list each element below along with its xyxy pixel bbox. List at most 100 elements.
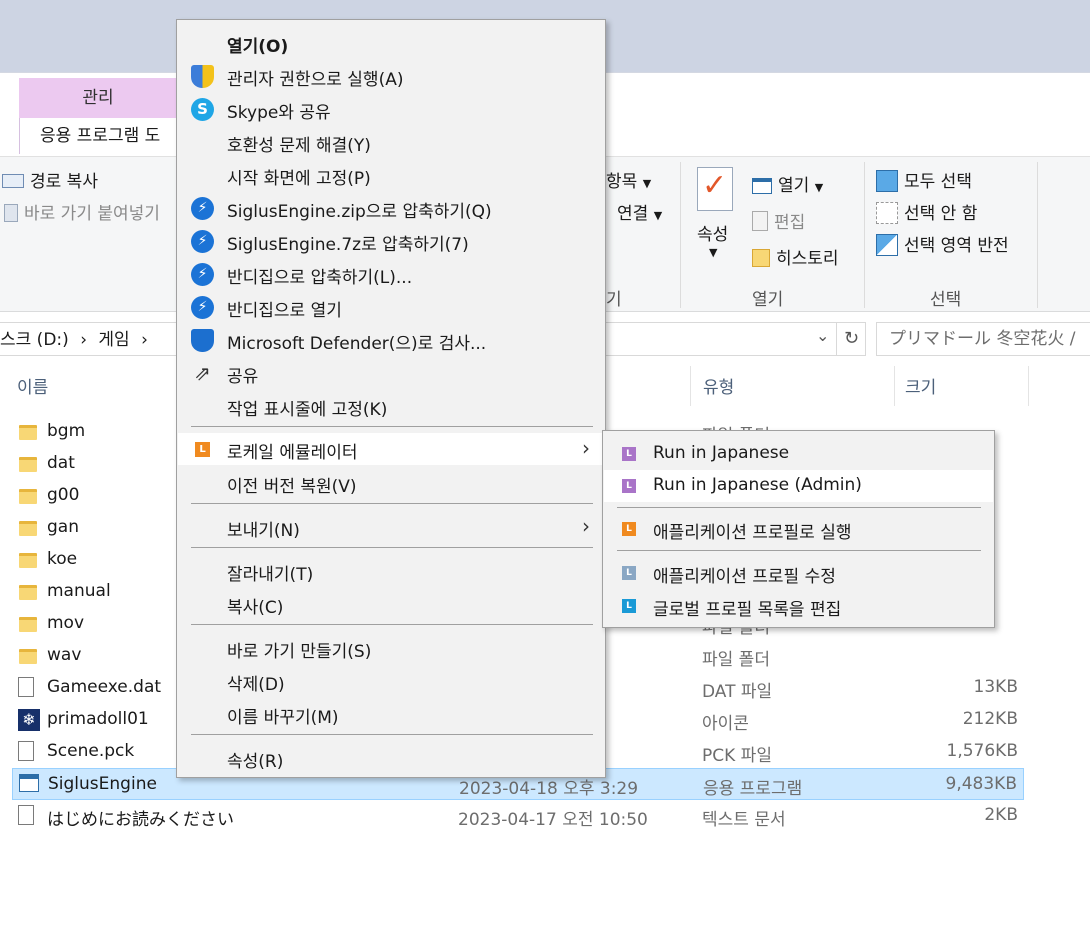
- menu-item-create-shortcut[interactable]: 바로 가기 만들기(S): [178, 632, 604, 664]
- window-icon: [752, 178, 772, 194]
- bandizip-icon: ⚡: [191, 197, 214, 220]
- file-name: mov: [47, 613, 85, 633]
- menu-item-share-skype[interactable]: S Skype와 공유: [178, 93, 604, 125]
- submenu-item-run-japanese[interactable]: L Run in Japanese: [604, 438, 993, 470]
- ribbon-divider: [680, 162, 681, 308]
- menu-item-cut[interactable]: 잘라내기(T): [178, 555, 604, 587]
- file-size: 1,576KB: [946, 741, 1018, 761]
- chevron-right-icon: ›: [582, 514, 590, 538]
- paste-shortcut-icon: [4, 204, 18, 222]
- file-name: Gameexe.dat: [47, 677, 162, 697]
- bandizip-icon: ⚡: [191, 230, 214, 253]
- address-dropdown-icon[interactable]: ⌄: [816, 326, 829, 345]
- bandizip-icon: ⚡: [191, 296, 214, 319]
- menu-item-rename[interactable]: 이름 바꾸기(M): [178, 698, 604, 730]
- paste-shortcut-button[interactable]: 바로 가기 붙여넣기: [4, 199, 160, 224]
- column-divider[interactable]: [690, 366, 691, 406]
- ribbon-divider: [1037, 162, 1038, 308]
- refresh-icon[interactable]: ↻: [836, 322, 866, 356]
- menu-separator: [191, 426, 593, 427]
- chevron-down-icon: ▼: [642, 177, 652, 190]
- file-name: dat: [47, 453, 75, 473]
- file-name: wav: [47, 645, 82, 665]
- file-size: 13KB: [973, 677, 1018, 697]
- breadcrumb-folder[interactable]: 게임: [98, 330, 129, 350]
- tab-application-tools[interactable]: 응용 프로그램 도: [19, 118, 177, 154]
- file-name: bgm: [47, 421, 86, 441]
- folder-icon: [19, 489, 37, 504]
- locale-emulator-icon: L: [195, 442, 210, 457]
- file-name: g00: [47, 485, 80, 505]
- select-none-icon: [876, 202, 898, 224]
- select-none-button[interactable]: 선택 안 함: [876, 199, 977, 224]
- column-header-type[interactable]: 유형: [703, 373, 734, 398]
- folder-icon: [19, 457, 37, 472]
- new-item-button[interactable]: 항목 ▼: [606, 167, 651, 192]
- properties-button[interactable]: 속성: [697, 220, 728, 245]
- column-divider[interactable]: [1028, 366, 1029, 406]
- menu-item-open-bandizip[interactable]: ⚡ 반디집으로 열기: [178, 291, 604, 323]
- edit-document-icon: [752, 211, 768, 231]
- file-type: 텍스트 문서: [702, 810, 786, 830]
- menu-separator: [191, 503, 593, 504]
- menu-item-compress-bandizip[interactable]: ⚡ 반디집으로 압축하기(L)...: [178, 258, 604, 290]
- submenu-item-edit-app-profile[interactable]: L 애플리케이션 프로필 수정: [604, 557, 993, 589]
- folder-icon: [19, 425, 37, 440]
- copy-path-icon: [2, 174, 24, 188]
- file-size: 2KB: [984, 805, 1018, 825]
- menu-item-send-to[interactable]: 보내기(N) ›: [178, 511, 604, 543]
- locale-emulator-submenu: L Run in Japanese L Run in Japanese (Admin…: [602, 430, 995, 628]
- column-header-name[interactable]: 이름: [17, 373, 48, 398]
- copy-path-button[interactable]: 경로 복사: [2, 167, 98, 192]
- menu-separator: [191, 734, 593, 735]
- menu-item-locale-emulator[interactable]: L 로케일 에뮬레이터 ›: [178, 433, 604, 465]
- chevron-down-icon[interactable]: ▼: [709, 246, 717, 259]
- submenu-item-run-app-profile[interactable]: L 애플리케이션 프로필로 실행: [604, 513, 993, 545]
- locale-emulator-icon: L: [622, 447, 636, 461]
- menu-item-troubleshoot[interactable]: 호환성 문제 해결(Y): [178, 126, 604, 158]
- column-divider[interactable]: [894, 366, 895, 406]
- history-button[interactable]: 히스토리: [752, 244, 839, 269]
- menu-item-delete[interactable]: 삭제(D): [178, 665, 604, 697]
- menu-item-properties[interactable]: 속성(R): [178, 742, 604, 774]
- file-type: 아이콘: [702, 714, 749, 734]
- bandizip-icon: ⚡: [191, 263, 214, 286]
- submenu-item-run-japanese-admin[interactable]: L Run in Japanese (Admin): [604, 470, 993, 502]
- folder-icon: [19, 553, 37, 568]
- skype-icon: S: [191, 98, 214, 121]
- document-icon: [18, 677, 34, 697]
- easy-access-button[interactable]: 연결 ▼: [617, 199, 662, 224]
- file-row[interactable]: はじめにお読みください 2023-04-17 오전 10:50 텍스트 문서 2KB: [12, 800, 1024, 832]
- search-input[interactable]: プリマドール 冬空花火 /: [876, 322, 1090, 356]
- tab-manage[interactable]: 관리: [19, 78, 177, 118]
- menu-item-pin-taskbar[interactable]: 작업 표시줄에 고정(K): [178, 390, 604, 422]
- menu-item-copy[interactable]: 복사(C): [178, 588, 604, 620]
- menu-item-defender-scan[interactable]: Microsoft Defender(으)로 검사...: [178, 324, 604, 356]
- menu-item-run-as-admin[interactable]: 관리자 권한으로 실행(A): [178, 60, 604, 92]
- menu-item-restore-versions[interactable]: 이전 버전 복원(V): [178, 467, 604, 499]
- open-button[interactable]: 열기 ▼: [752, 171, 823, 196]
- submenu-item-edit-global-profiles[interactable]: L 글로벌 프로필 목록을 편집: [604, 590, 993, 622]
- chevron-down-icon: ▼: [814, 181, 824, 194]
- invert-selection-icon: [876, 234, 898, 256]
- menu-item-compress-zip[interactable]: ⚡ SiglusEngine.zip으로 압축하기(Q): [178, 192, 604, 224]
- file-name: koe: [47, 549, 78, 569]
- menu-item-compress-7z[interactable]: ⚡ SiglusEngine.7z로 압축하기(7): [178, 225, 604, 257]
- menu-item-share[interactable]: ⇗ 공유: [178, 357, 604, 389]
- history-folder-icon: [752, 249, 770, 267]
- file-type: 응용 프로그램: [703, 779, 803, 799]
- edit-button[interactable]: 편집: [752, 208, 805, 233]
- folder-icon: [19, 585, 37, 600]
- chevron-right-icon: ›: [582, 436, 590, 460]
- folder-icon: [19, 617, 37, 632]
- menu-separator: [617, 550, 981, 551]
- select-all-button[interactable]: 모두 선택: [876, 167, 972, 192]
- breadcrumb-drive[interactable]: 스크 (D:): [0, 330, 69, 350]
- invert-selection-button[interactable]: 선택 영역 반전: [876, 231, 1009, 256]
- column-header-size[interactable]: 크기: [905, 373, 936, 398]
- menu-item-pin-start[interactable]: 시작 화면에 고정(P): [178, 159, 604, 191]
- menu-separator: [191, 624, 593, 625]
- menu-item-open[interactable]: 열기(O): [178, 27, 604, 59]
- application-icon: [19, 774, 39, 792]
- select-group-label: 선택: [930, 290, 962, 310]
